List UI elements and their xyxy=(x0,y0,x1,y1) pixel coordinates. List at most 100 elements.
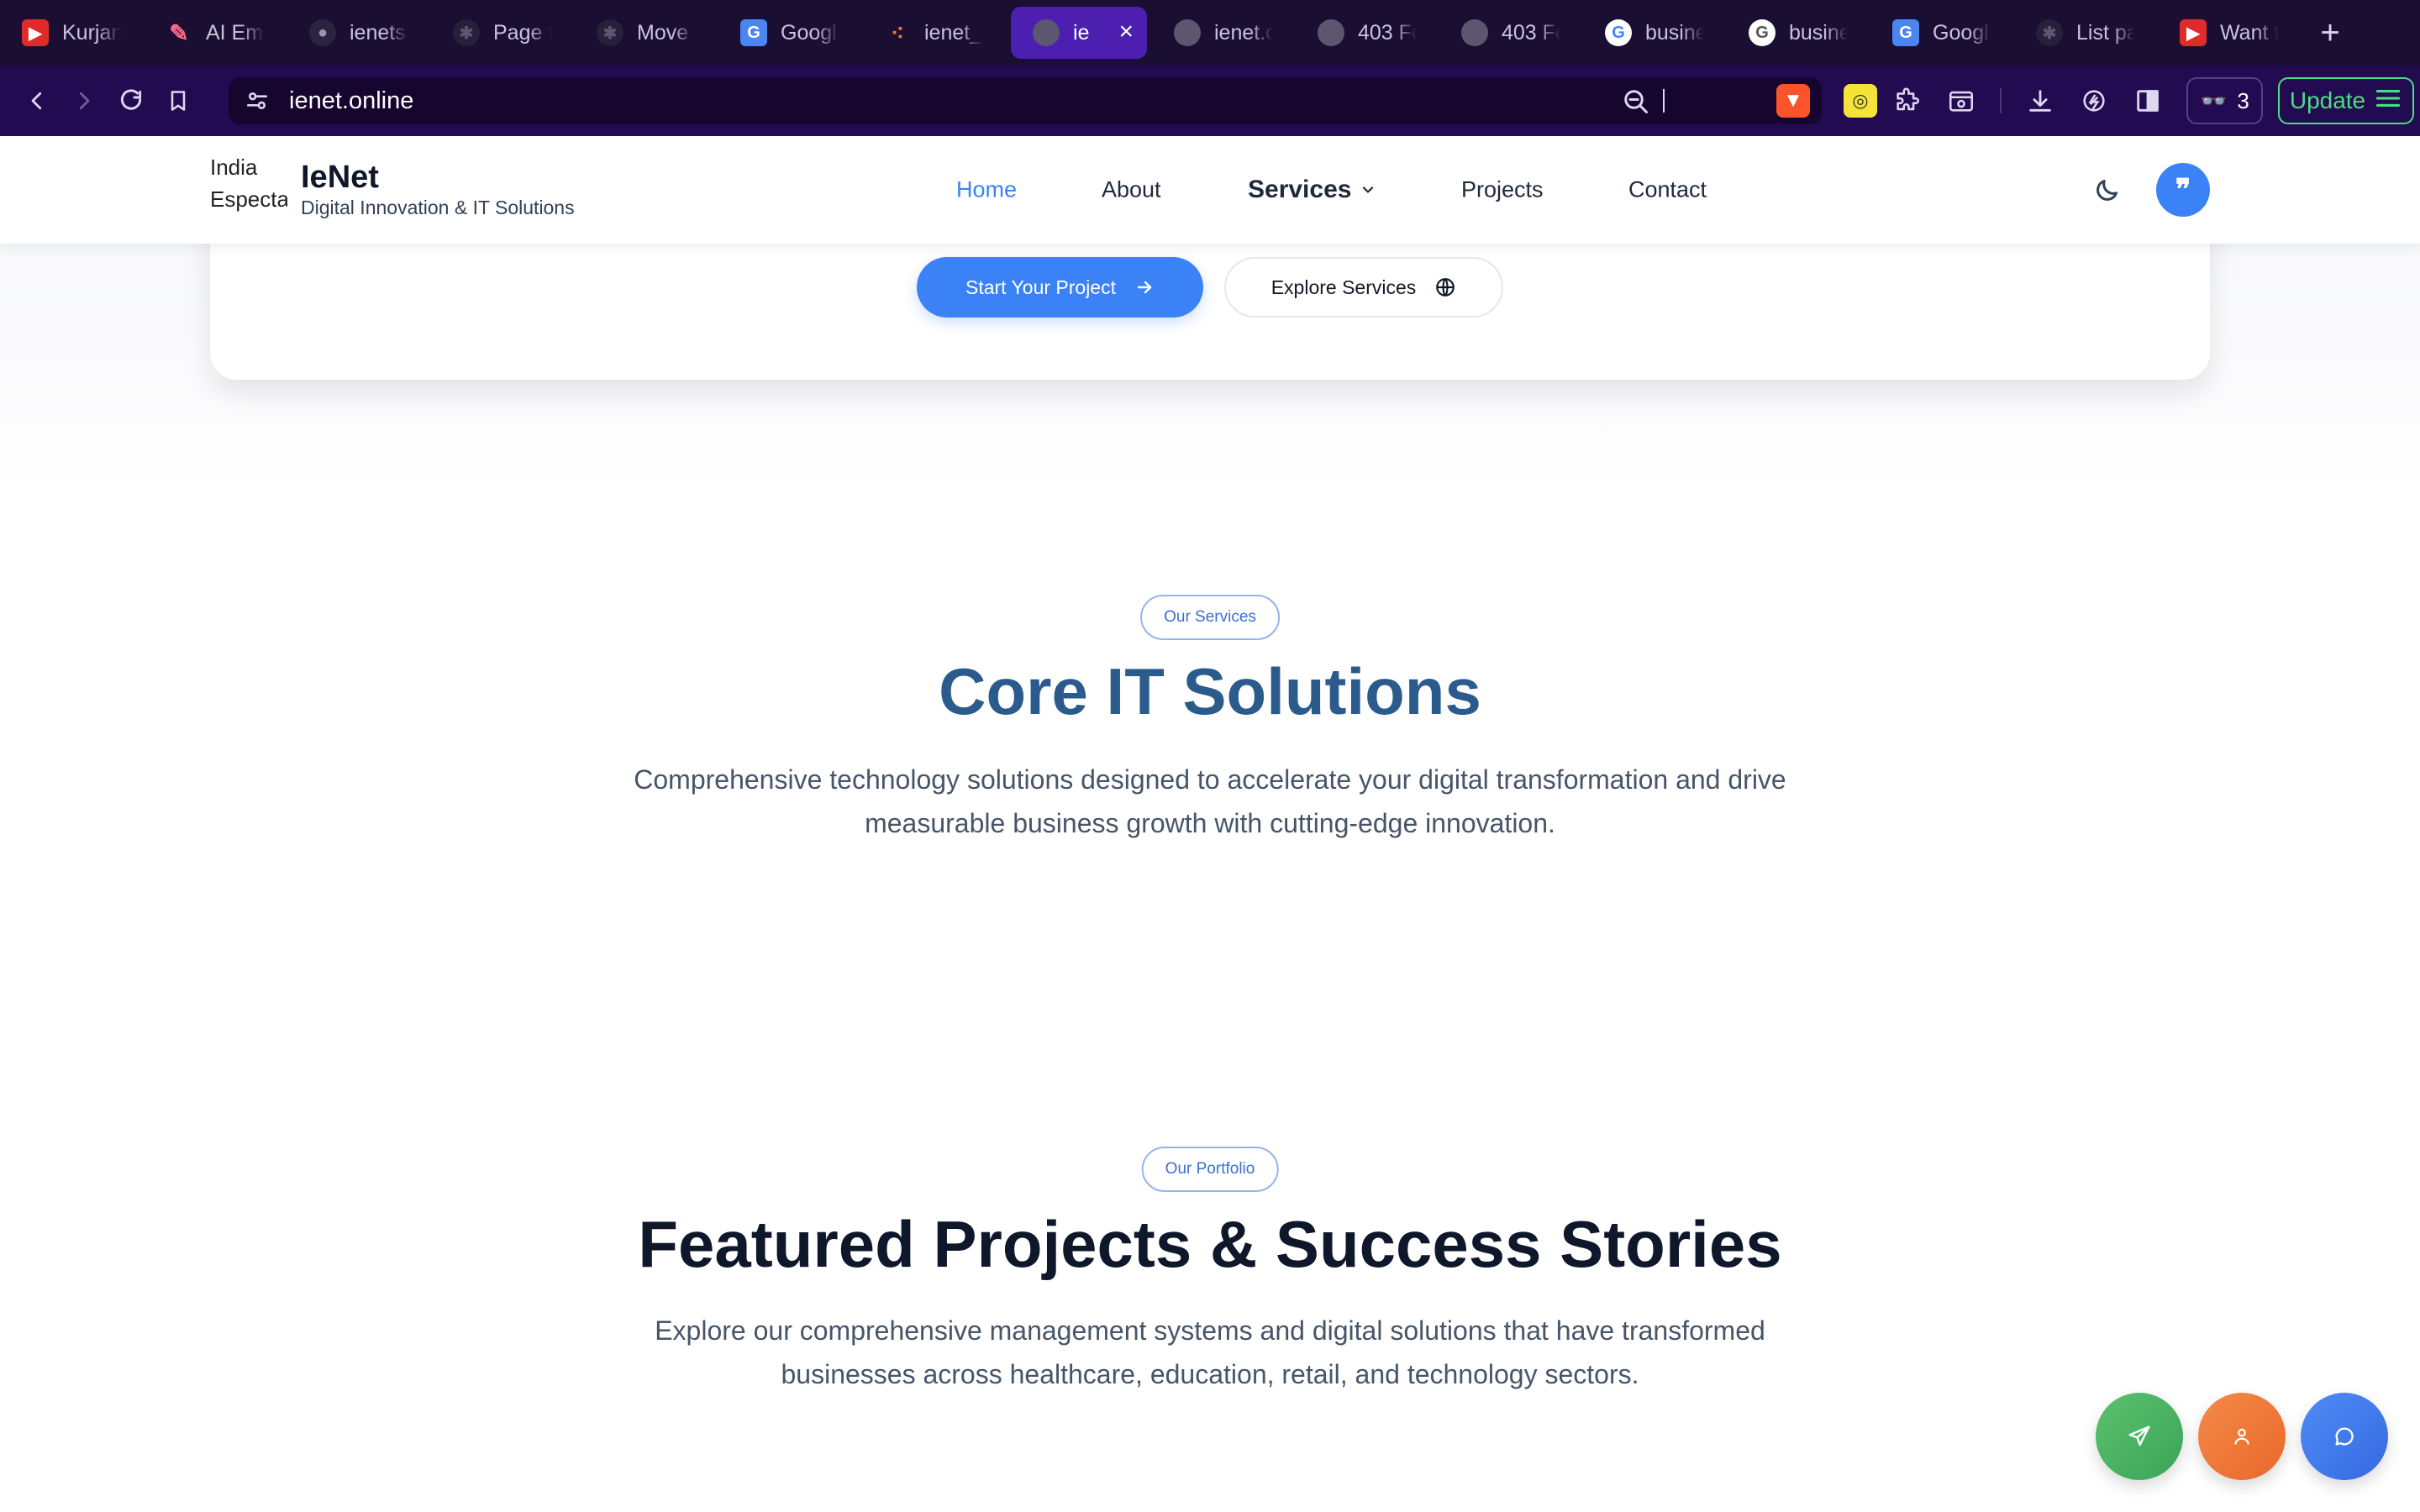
dark-mode-toggle-icon[interactable] xyxy=(2092,175,2123,205)
globe-icon xyxy=(1318,19,1344,46)
chevron-down-icon xyxy=(1363,186,1374,193)
update-button[interactable]: Update xyxy=(2277,77,2415,124)
services-badge: Our Services xyxy=(1140,595,1280,640)
user-account-button[interactable] xyxy=(2198,1393,2286,1480)
openai-icon: ✱ xyxy=(453,19,480,46)
browser-tab[interactable]: 403 Fc xyxy=(1296,7,1439,59)
quote-icon: ❞ xyxy=(2175,173,2191,207)
wallet-badge[interactable]: 👓 3 xyxy=(2186,77,2263,124)
user-icon xyxy=(2234,1428,2249,1445)
zoom-out-icon[interactable] xyxy=(1620,86,1650,120)
chat-icon xyxy=(2335,1427,2354,1446)
back-icon[interactable] xyxy=(13,77,60,124)
separator xyxy=(1663,89,1665,113)
explore-services-label: Explore Services xyxy=(1270,276,1417,298)
menu-icon xyxy=(2374,87,2402,116)
dots-icon: ⁖ xyxy=(890,19,905,46)
logo-alt-text: India Especta xyxy=(210,155,287,212)
nav-services[interactable]: Services xyxy=(1248,176,1376,204)
brand-tagline: Digital Innovation & IT Solutions xyxy=(301,197,575,218)
tab-title: AI Ema xyxy=(206,20,265,45)
browser-tab[interactable]: ▶ Want t xyxy=(2158,7,2302,59)
send-icon xyxy=(2128,1425,2150,1446)
site-settings-icon[interactable] xyxy=(244,87,271,118)
browser-tab[interactable]: ✱ Move xyxy=(575,7,718,59)
address-bar[interactable]: ienet.online ▼ xyxy=(229,77,1822,124)
tab-title: List pa xyxy=(2076,20,2135,45)
browser-tab[interactable]: 403 Fc xyxy=(1439,7,1583,59)
start-project-button[interactable]: Start Your Project xyxy=(917,257,1203,318)
openai-icon: ✱ xyxy=(597,19,623,46)
close-icon[interactable]: × xyxy=(1118,19,1134,45)
browser-tab[interactable]: ✱ Page t xyxy=(431,7,575,59)
arrow-right-icon xyxy=(1137,281,1152,294)
reload-icon[interactable] xyxy=(108,77,155,124)
browser-tab[interactable]: ✎ AI Ema xyxy=(144,7,287,59)
brave-shield-icon[interactable]: ▼ xyxy=(1776,84,1810,118)
tab-title: busine xyxy=(1789,20,1848,45)
browser-tab[interactable]: ✱ List pa xyxy=(2014,7,2158,59)
browser-tab-strip: ▶ Kurjan ✎ AI Ema ● ienets ✱ Page t ✱ Mo… xyxy=(0,0,2420,66)
nav-home[interactable]: Home xyxy=(956,177,1017,203)
tab-title: busine xyxy=(1645,20,1704,45)
leo-ai-icon[interactable] xyxy=(2070,77,2118,124)
puzzle-icon[interactable] xyxy=(1884,77,1931,124)
globe-icon xyxy=(1174,19,1201,46)
tab-title: Googl xyxy=(781,20,837,45)
google-translate-icon: G xyxy=(740,19,767,46)
tab-title: ienet.c xyxy=(1214,20,1273,45)
tab-title: Kurjan xyxy=(62,20,121,45)
download-icon[interactable] xyxy=(2017,77,2064,124)
tab-title: ienet_ xyxy=(924,20,982,45)
web-page: Start Your Project Explore Services Indi… xyxy=(0,136,2420,1512)
tab-title: 403 Fc xyxy=(1502,20,1560,45)
openai-icon: ✱ xyxy=(2036,19,2063,46)
browser-tab-active[interactable]: ie × xyxy=(1011,7,1147,59)
browser-tab[interactable]: G busine xyxy=(1583,7,1727,59)
portfolio-description: Explore our comprehensive management sys… xyxy=(655,1315,1765,1389)
reader-search-icon[interactable] xyxy=(1938,77,1985,124)
logo-image[interactable]: India Especta xyxy=(210,151,287,223)
browser-tab[interactable]: G Googl xyxy=(718,7,862,59)
bookmark-icon[interactable] xyxy=(155,77,202,124)
globe-icon xyxy=(1436,278,1455,297)
tab-title: ie xyxy=(1073,20,1090,45)
extension-icon[interactable]: ◎ xyxy=(1844,84,1877,118)
nav-services-label: Services xyxy=(1248,176,1352,203)
nav-contact[interactable]: Contact xyxy=(1628,177,1707,203)
services-description: Comprehensive technology solutions desig… xyxy=(634,764,1786,838)
browser-tab[interactable]: ⁖ ienet_ xyxy=(862,7,1006,59)
new-tab-button[interactable]: + xyxy=(2305,7,2355,59)
github-icon: ● xyxy=(309,19,336,46)
nav-projects[interactable]: Projects xyxy=(1461,177,1544,203)
explore-services-button[interactable]: Explore Services xyxy=(1224,257,1503,318)
separator xyxy=(2000,88,2002,113)
globe-icon xyxy=(1461,19,1488,46)
url-text[interactable]: ienet.online xyxy=(289,87,413,115)
forward-icon[interactable] xyxy=(60,77,108,124)
tab-title: Want t xyxy=(2220,20,2279,45)
tab-title: Page t xyxy=(493,20,552,45)
google-icon: G xyxy=(1605,19,1632,46)
browser-tab[interactable]: ● ienets xyxy=(287,7,431,59)
browser-tab[interactable]: G busine xyxy=(1727,7,1870,59)
brand-name[interactable]: IeNet xyxy=(301,160,379,196)
sidebar-icon[interactable] xyxy=(2124,77,2171,124)
tab-title: 403 Fc xyxy=(1358,20,1417,45)
extension-toolbar: ◎ 👓 3 Update xyxy=(1832,77,2415,124)
sunglasses-icon: 👓 xyxy=(2200,87,2228,113)
chat-button[interactable] xyxy=(2301,1393,2388,1480)
send-message-button[interactable] xyxy=(2096,1393,2183,1480)
portfolio-badge: Our Portfolio xyxy=(1141,1147,1279,1192)
tab-title: ienets xyxy=(350,20,406,45)
quote-button[interactable]: ❞ xyxy=(2156,163,2210,217)
start-project-label: Start Your Project xyxy=(965,276,1116,298)
update-label: Update xyxy=(2289,87,2366,113)
wallet-count: 3 xyxy=(2237,87,2249,113)
browser-tab[interactable]: ienet.c xyxy=(1152,7,1296,59)
browser-tab[interactable]: ▶ Kurjan xyxy=(0,7,144,59)
tab-title: Move xyxy=(637,20,689,45)
browser-tab[interactable]: G Googl xyxy=(1870,7,2014,59)
nav-about[interactable]: About xyxy=(1102,177,1161,203)
portfolio-title: Featured Projects & Success Stories xyxy=(638,1207,1782,1281)
